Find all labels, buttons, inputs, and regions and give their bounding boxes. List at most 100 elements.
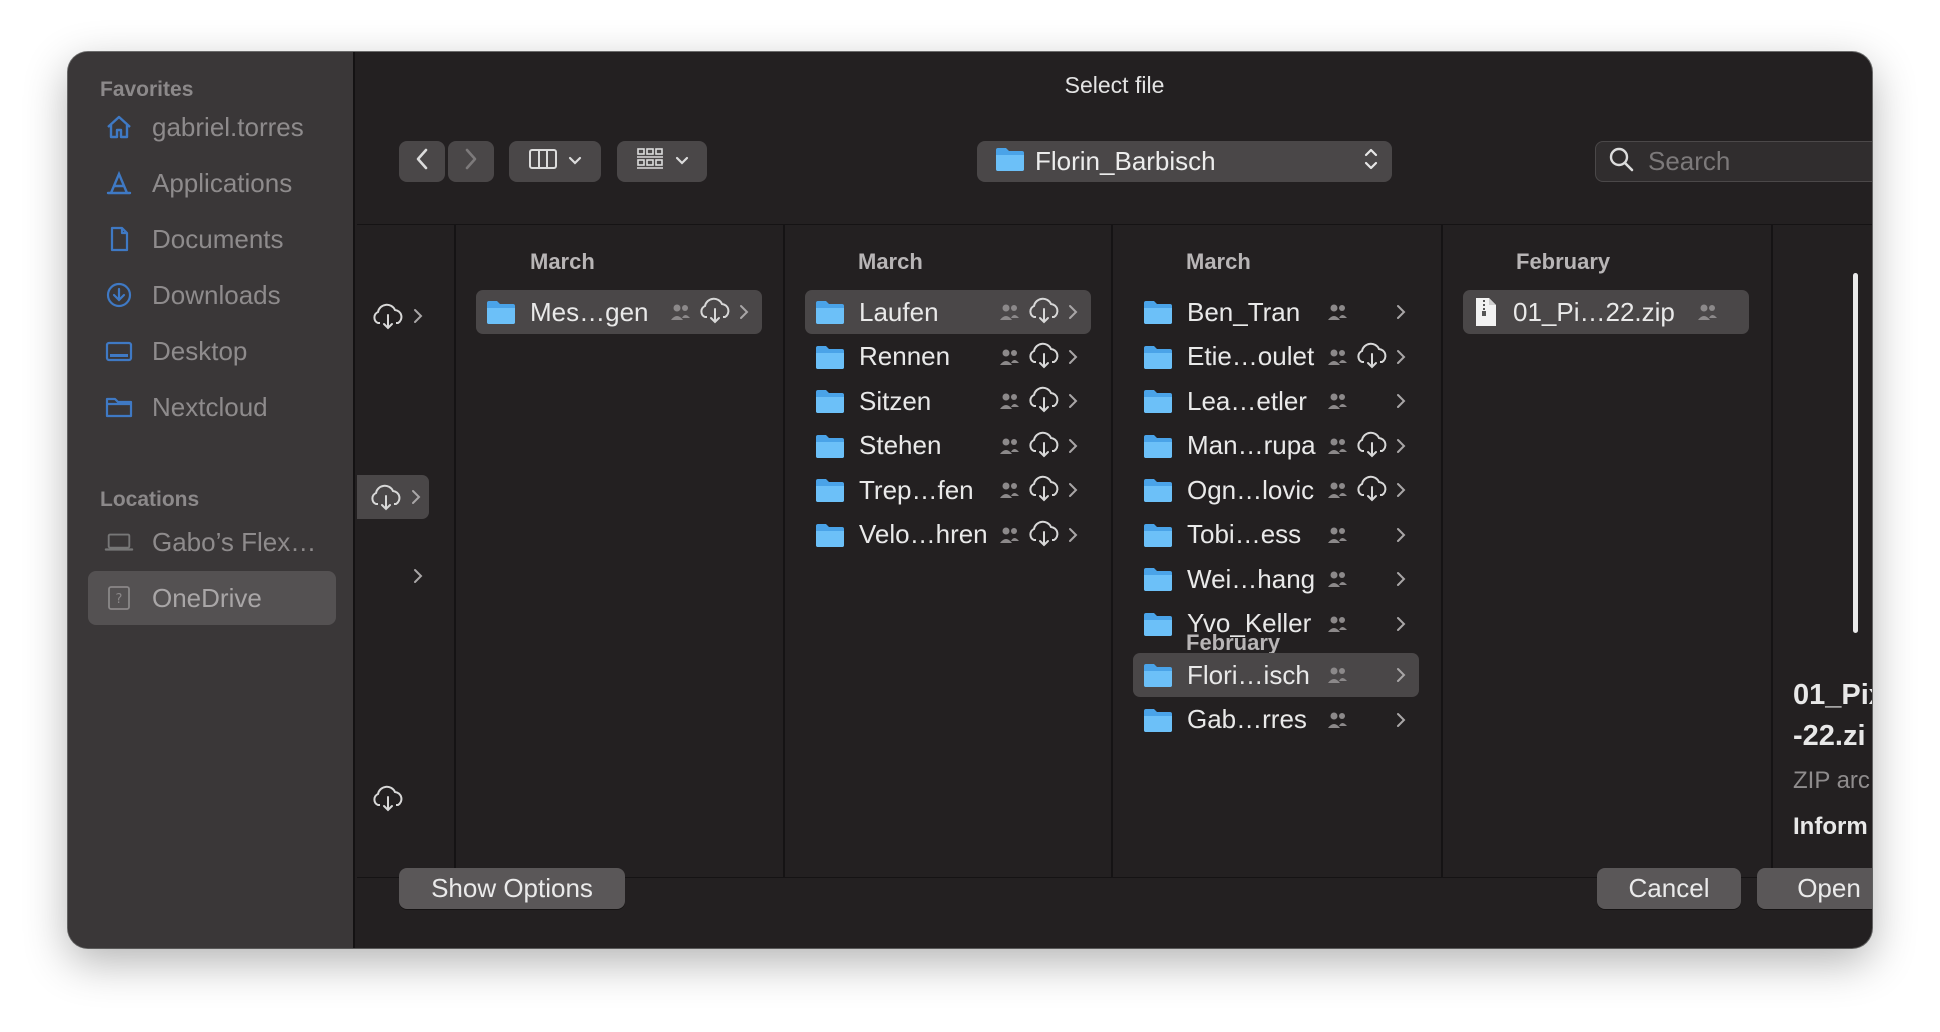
column-1: March Mes…gen bbox=[456, 225, 785, 877]
item-name: Wei…hang bbox=[1187, 563, 1316, 594]
search-field[interactable] bbox=[1595, 141, 1872, 182]
folder-icon bbox=[1143, 388, 1173, 414]
list-item[interactable]: Gab…rres bbox=[1133, 698, 1419, 742]
sidebar-item-label: gabriel.torres bbox=[152, 111, 304, 142]
sidebar-item-label: OneDrive bbox=[152, 582, 262, 613]
sidebar-item-desktop[interactable]: Desktop bbox=[88, 324, 336, 378]
main-panel: Select file Florin_Barbisch Search March… bbox=[357, 52, 1872, 948]
folder-icon bbox=[815, 522, 845, 548]
folder-icon bbox=[815, 344, 845, 370]
chevron-right-icon bbox=[1395, 570, 1407, 593]
zip-file-icon bbox=[1473, 297, 1499, 327]
column-browser: March Mes…gen March Laufen Rennen Sitzen St… bbox=[357, 224, 1872, 878]
sidebar-item-applications[interactable]: Applications bbox=[88, 156, 336, 210]
column-3: March Ben_Tran Etie…oulet Lea…etler Man…rup… bbox=[1113, 225, 1443, 877]
chevron-right-icon bbox=[1067, 481, 1079, 504]
column-4: February 01_Pi…22.zip bbox=[1443, 225, 1773, 877]
favorites-heading: Favorites bbox=[100, 78, 194, 101]
list-item[interactable]: Laufen bbox=[805, 290, 1091, 334]
shared-icon bbox=[997, 478, 1021, 502]
list-item[interactable]: Trep…fen bbox=[805, 468, 1091, 512]
item-name: Gab…rres bbox=[1187, 704, 1307, 734]
chevron-right-icon bbox=[1395, 392, 1407, 415]
list-item[interactable]: Sitzen bbox=[805, 379, 1091, 423]
sidebar-item-downloads[interactable]: Downloads bbox=[88, 268, 336, 322]
folder-icon bbox=[1143, 611, 1173, 637]
list-item[interactable]: Etie…oulet bbox=[1133, 335, 1419, 379]
list-item[interactable]: Man…rupa bbox=[1133, 424, 1419, 468]
cloud-download-icon bbox=[371, 303, 405, 331]
folder-icon bbox=[1143, 344, 1173, 370]
sidebar-item-label: Gabo’s Flex… bbox=[152, 526, 317, 557]
preview-scrollbar[interactable] bbox=[1853, 273, 1858, 633]
path-popup-button[interactable]: Florin_Barbisch bbox=[977, 141, 1392, 182]
folder-icon bbox=[1143, 662, 1173, 688]
chevron-right-icon bbox=[1067, 303, 1079, 326]
list-item[interactable]: Tobi…ess bbox=[1133, 513, 1419, 557]
forward-icon bbox=[463, 147, 479, 176]
list-item[interactable]: Mes…gen bbox=[476, 290, 762, 334]
cloud-download-icon bbox=[1027, 520, 1061, 548]
list-item[interactable]: Ben_Tran bbox=[1133, 290, 1419, 334]
home-icon bbox=[104, 112, 134, 142]
laptop-icon bbox=[104, 527, 134, 557]
shared-icon bbox=[997, 523, 1021, 547]
chevron-right-icon bbox=[412, 567, 424, 585]
cloud-download-icon bbox=[1027, 431, 1061, 459]
list-item[interactable]: Stehen bbox=[805, 424, 1091, 468]
cancel-button[interactable]: Cancel bbox=[1597, 868, 1741, 909]
item-name: Rennen bbox=[859, 341, 951, 371]
sidebar-item-laptop[interactable]: Gabo’s Flex… bbox=[88, 515, 336, 569]
chevron-right-icon bbox=[1067, 437, 1079, 460]
dialog-title: Select file bbox=[1064, 72, 1165, 98]
list-item[interactable]: Ogn…lovic bbox=[1133, 468, 1419, 512]
locations-heading: Locations bbox=[100, 488, 200, 511]
item-name: Sitzen bbox=[859, 385, 932, 416]
list-item[interactable] bbox=[357, 475, 429, 519]
list-item[interactable]: Wei…hang bbox=[1133, 557, 1419, 601]
chevron-right-icon bbox=[1395, 711, 1407, 734]
folder-icon bbox=[1143, 477, 1173, 503]
sidebar-item-home[interactable]: gabriel.torres bbox=[88, 100, 336, 154]
shared-icon bbox=[1695, 300, 1719, 324]
group-mode-button[interactable] bbox=[617, 141, 707, 182]
item-name: Stehen bbox=[859, 430, 942, 460]
folder-icon bbox=[1143, 707, 1173, 733]
list-item[interactable]: Velo…hren bbox=[805, 513, 1091, 557]
list-item[interactable]: Flori…isch bbox=[1133, 653, 1419, 697]
open-button[interactable]: Open bbox=[1757, 868, 1872, 909]
list-item[interactable]: Lea…etler bbox=[1133, 379, 1419, 423]
cloud-download-icon bbox=[1355, 431, 1389, 459]
sidebar-item-onedrive[interactable]: ? OneDrive bbox=[88, 571, 336, 625]
column-header: March bbox=[530, 249, 595, 274]
shared-icon bbox=[1325, 478, 1349, 502]
cloud-download-icon bbox=[1027, 297, 1061, 325]
back-button[interactable] bbox=[399, 141, 445, 182]
chevron-right-icon bbox=[1395, 303, 1407, 326]
forward-button[interactable] bbox=[448, 141, 494, 182]
shared-icon bbox=[997, 389, 1021, 413]
sidebar-item-nextcloud[interactable]: Nextcloud bbox=[88, 380, 336, 434]
preview-column: 01_Pix -22.zi ZIP arc Inform bbox=[1773, 225, 1872, 877]
sidebar-item-label: Nextcloud bbox=[152, 391, 268, 422]
chevron-right-icon bbox=[1395, 481, 1407, 504]
applications-icon bbox=[104, 168, 134, 198]
preview-filename-line2: -22.zi bbox=[1793, 720, 1866, 752]
shared-icon bbox=[997, 434, 1021, 458]
shared-icon bbox=[668, 300, 692, 324]
folder-icon bbox=[815, 477, 845, 503]
list-item[interactable]: Rennen bbox=[805, 335, 1091, 379]
search-icon bbox=[1608, 146, 1634, 177]
show-options-button[interactable]: Show Options bbox=[399, 868, 625, 909]
search-input[interactable] bbox=[1648, 146, 1868, 177]
columns-view-icon bbox=[528, 147, 558, 176]
sidebar-item-label: Documents bbox=[152, 223, 284, 254]
sidebar-item-documents[interactable]: Documents bbox=[88, 212, 336, 266]
preview-filename: 01_Pix bbox=[1793, 679, 1872, 711]
chevron-right-icon bbox=[412, 307, 424, 325]
list-item[interactable]: 01_Pi…22.zip bbox=[1463, 290, 1749, 334]
view-mode-button[interactable] bbox=[509, 141, 601, 182]
document-icon bbox=[104, 224, 134, 254]
column-2: March Laufen Rennen Sitzen Stehen Trep…fen Ve… bbox=[785, 225, 1113, 877]
folder-icon bbox=[1143, 566, 1173, 592]
